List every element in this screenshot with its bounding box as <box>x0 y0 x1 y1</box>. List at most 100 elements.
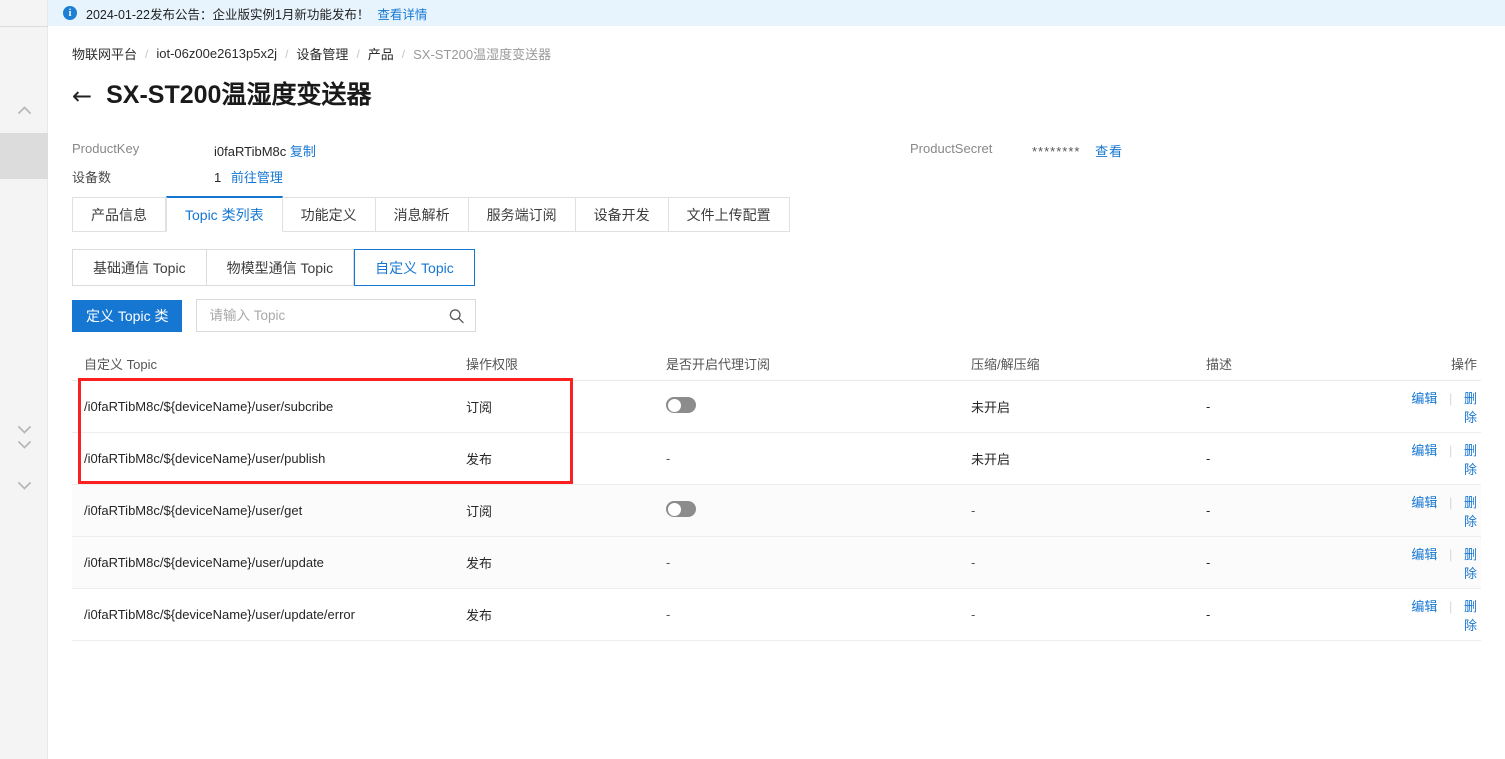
edit-link[interactable]: 编辑 <box>1411 599 1437 614</box>
segment-tsl-communication-topic[interactable]: 物模型通信 Topic <box>207 249 355 286</box>
copy-productkey-link[interactable]: 复制 <box>290 144 316 159</box>
cell-actions: 编辑 | 删除 <box>1406 596 1481 634</box>
toolbar: 定义 Topic 类 <box>72 299 476 332</box>
toggle-knob <box>668 503 681 516</box>
proxy-subscription-toggle[interactable] <box>666 501 696 517</box>
productkey-label: ProductKey <box>72 141 139 156</box>
productsecret-value: ******** 查看 <box>1032 141 1123 160</box>
cell-proxy-subscription <box>666 397 971 416</box>
breadcrumb-item-0[interactable]: 物联网平台 <box>72 44 137 63</box>
delete-link[interactable]: 删除 <box>1464 547 1477 581</box>
tab-message-parsing[interactable]: 消息解析 <box>376 197 469 232</box>
tab-device-development[interactable]: 设备开发 <box>576 197 669 232</box>
cell-description: - <box>1206 607 1406 622</box>
table-row[interactable]: /i0faRTibM8c/${deviceName}/user/get 订阅 -… <box>72 485 1481 537</box>
cell-compression: - <box>971 503 1206 518</box>
chevron-down-icon[interactable] <box>0 476 48 496</box>
breadcrumb-separator: / <box>402 47 405 61</box>
tab-product-info[interactable]: 产品信息 <box>72 197 166 232</box>
back-arrow-icon[interactable]: ← <box>72 84 92 108</box>
productkey-text: i0faRTibM8c <box>214 144 286 159</box>
tab-file-upload-config[interactable]: 文件上传配置 <box>669 197 790 232</box>
column-header-description: 描述 <box>1206 354 1406 373</box>
table-row[interactable]: /i0faRTibM8c/${deviceName}/user/subcribe… <box>72 381 1481 433</box>
devicecount-number: 1 <box>214 170 221 185</box>
column-header-actions: 操作 <box>1406 354 1481 373</box>
cell-actions: 编辑 | 删除 <box>1406 440 1481 478</box>
tab-server-subscription[interactable]: 服务端订阅 <box>469 197 576 232</box>
cell-topic: /i0faRTibM8c/${deviceName}/user/update <box>72 555 466 570</box>
cell-topic: /i0faRTibM8c/${deviceName}/user/update/e… <box>72 607 466 622</box>
table-row[interactable]: /i0faRTibM8c/${deviceName}/user/update 发… <box>72 537 1481 589</box>
cell-actions: 编辑 | 删除 <box>1406 492 1481 530</box>
delete-link[interactable]: 删除 <box>1464 495 1477 529</box>
sidebar-collapsed <box>0 0 48 759</box>
breadcrumb-separator: / <box>285 47 288 61</box>
cell-proxy-subscription <box>666 501 971 520</box>
cell-topic: /i0faRTibM8c/${deviceName}/user/get <box>72 503 466 518</box>
chevron-up-icon[interactable] <box>0 100 48 120</box>
edit-link[interactable]: 编辑 <box>1411 495 1437 510</box>
table-row[interactable]: /i0faRTibM8c/${deviceName}/user/update/e… <box>72 589 1481 641</box>
cell-proxy-subscription: - <box>666 555 971 570</box>
cell-permission: 发布 <box>466 605 666 624</box>
action-separator: | <box>1449 547 1452 562</box>
breadcrumb-item-4: SX-ST200温湿度变送器 <box>413 44 551 63</box>
segment-custom-topic[interactable]: 自定义 Topic <box>354 249 475 286</box>
column-header-topic: 自定义 Topic <box>72 354 466 373</box>
announcement-text: 2024-01-22发布公告：企业版实例1月新功能发布！ <box>86 4 369 23</box>
topic-table: 自定义 Topic 操作权限 是否开启代理订阅 压缩/解压缩 描述 操作 /i0… <box>72 346 1481 641</box>
productsecret-masked: ******** <box>1032 144 1080 159</box>
table-header-row: 自定义 Topic 操作权限 是否开启代理订阅 压缩/解压缩 描述 操作 <box>72 346 1481 381</box>
column-header-proxy-subscription: 是否开启代理订阅 <box>666 354 971 373</box>
tab-topic-list[interactable]: Topic 类列表 <box>166 196 283 232</box>
sidebar-active-item[interactable] <box>0 133 48 179</box>
segment-basic-communication-topic[interactable]: 基础通信 Topic <box>72 249 207 286</box>
action-separator: | <box>1449 443 1452 458</box>
column-header-permission: 操作权限 <box>466 354 666 373</box>
breadcrumb-item-3[interactable]: 产品 <box>368 44 394 63</box>
define-topic-class-button[interactable]: 定义 Topic 类 <box>72 300 182 332</box>
edit-link[interactable]: 编辑 <box>1411 391 1437 406</box>
cell-topic: /i0faRTibM8c/${deviceName}/user/subcribe <box>72 399 466 414</box>
go-to-device-management-link[interactable]: 前往管理 <box>231 170 283 185</box>
delete-link[interactable]: 删除 <box>1464 599 1477 633</box>
topic-type-segments: 基础通信 Topic 物模型通信 Topic 自定义 Topic <box>72 249 475 286</box>
cell-description: - <box>1206 503 1406 518</box>
delete-link[interactable]: 删除 <box>1464 443 1477 477</box>
cell-compression: - <box>971 555 1206 570</box>
cell-permission: 订阅 <box>466 397 666 416</box>
proxy-subscription-toggle[interactable] <box>666 397 696 413</box>
meta-row-devicecount: 设备数 1 前往管理 <box>72 162 1172 188</box>
breadcrumb-item-1[interactable]: iot-06z00e2613p5x2j <box>156 46 277 61</box>
search-box[interactable] <box>196 299 476 332</box>
cell-proxy-subscription: - <box>666 607 971 622</box>
productsecret-label: ProductSecret <box>910 141 992 156</box>
edit-link[interactable]: 编辑 <box>1411 443 1437 458</box>
delete-link[interactable]: 删除 <box>1464 391 1477 425</box>
edit-link[interactable]: 编辑 <box>1411 547 1437 562</box>
view-productsecret-link[interactable]: 查看 <box>1095 144 1123 159</box>
product-tabs: 产品信息 Topic 类列表 功能定义 消息解析 服务端订阅 设备开发 文件上传… <box>72 196 790 232</box>
announcement-banner: i 2024-01-22发布公告：企业版实例1月新功能发布！ 查看详情 <box>48 0 1505 26</box>
productkey-value: i0faRTibM8c 复制 <box>214 141 316 160</box>
breadcrumb-item-2[interactable]: 设备管理 <box>296 44 348 63</box>
search-input[interactable] <box>197 300 437 331</box>
search-icon[interactable] <box>449 308 464 323</box>
app-page: i 2024-01-22发布公告：企业版实例1月新功能发布！ 查看详情 物联网平… <box>0 0 1505 759</box>
product-meta: ProductKey i0faRTibM8c 复制 ProductSecret … <box>72 136 1172 188</box>
breadcrumb-separator: / <box>145 47 148 61</box>
tab-function-definition[interactable]: 功能定义 <box>283 197 376 232</box>
chevron-down-icon[interactable] <box>0 435 48 455</box>
sidebar-divider <box>0 26 48 27</box>
announcement-detail-link[interactable]: 查看详情 <box>377 4 427 23</box>
table-row[interactable]: /i0faRTibM8c/${deviceName}/user/publish … <box>72 433 1481 485</box>
action-separator: | <box>1449 495 1452 510</box>
meta-row-productkey: ProductKey i0faRTibM8c 复制 ProductSecret … <box>72 136 1172 162</box>
breadcrumb-separator: / <box>356 47 359 61</box>
cell-topic: /i0faRTibM8c/${deviceName}/user/publish <box>72 451 466 466</box>
cell-permission: 发布 <box>466 449 666 468</box>
devicecount-label: 设备数 <box>72 167 111 186</box>
toggle-knob <box>668 399 681 412</box>
devicecount-value: 1 前往管理 <box>214 167 283 186</box>
